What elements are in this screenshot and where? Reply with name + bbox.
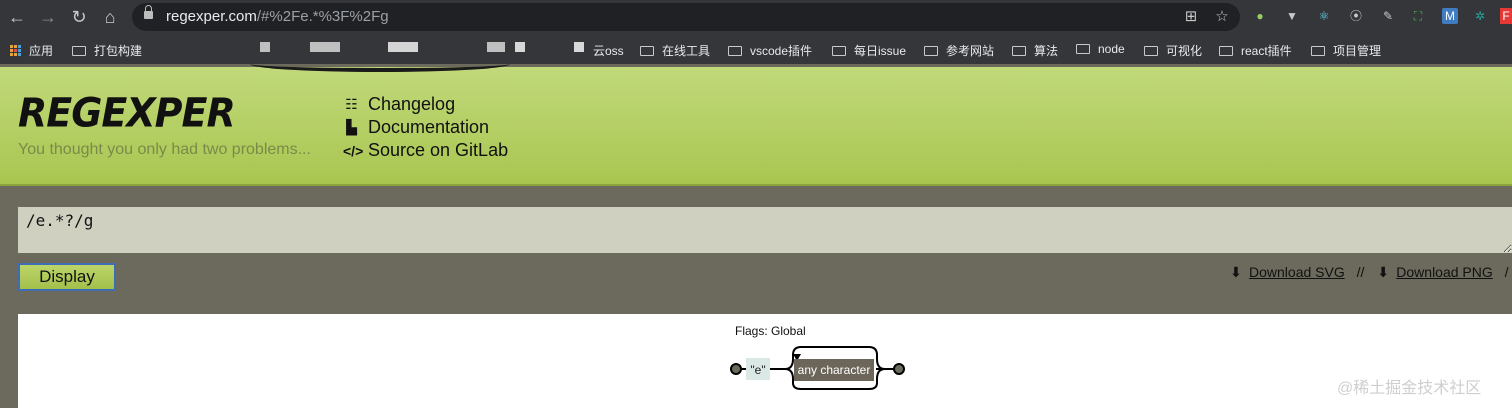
forward-icon[interactable]: → [37,6,59,28]
download-links: ⬇ Download SVG // ⬇ Download PNG / [1229,264,1512,281]
download-svg-link[interactable]: Download SVG [1249,264,1345,280]
address-bar[interactable]: regexper.com/#%2Fe.*%3F%2Fg ⊞ ☆ [132,3,1240,31]
bookmark-folder[interactable]: 算法 [1012,42,1058,59]
document-icon: ▙ [346,119,357,135]
folder-icon [832,45,846,56]
bookmark-folder[interactable]: 项目管理 [1311,42,1381,59]
watermark: @稀土掘金技术社区 [1337,380,1482,397]
extension-frame-icon[interactable]: ⛶ [1410,8,1426,24]
react-devtools-icon[interactable]: ⚛ [1316,8,1332,24]
reload-icon[interactable]: ↻ [68,6,90,28]
folder-icon [1012,45,1026,56]
separator-trailing: / [1504,264,1509,280]
list-icon: ☷ [345,96,358,112]
site-nav: ☷ Changelog ▙ Documentation </> Source on G… [343,93,508,162]
apps-grid-icon [10,45,21,56]
bookmark-label: 算法 [1034,44,1059,58]
bookmark-label: 参考网站 [946,44,995,58]
redacted-bookmark [260,42,270,52]
nav-label: Source on GitLab [368,140,509,160]
any-character-text: any character [798,363,871,377]
redacted-bookmark [574,42,584,52]
nav-source[interactable]: </> Source on GitLab [343,139,508,162]
bookmark-folder[interactable]: node [1076,42,1125,56]
folder-icon [72,45,86,56]
bookmarks-bar: 应用 打包构建 云oss 在线工具 vscode插件 每日issue 参考网站 … [0,34,1512,64]
browser-toolbar: ← → ↻ ⌂ regexper.com/#%2Fe.*%3F%2Fg ⊞ ☆ … [0,0,1512,34]
bookmark-folder[interactable]: vscode插件 [728,42,812,59]
redacted-bookmark [388,42,418,52]
redaction-scribble [250,56,510,72]
bookmark-apps[interactable]: 应用 [10,42,53,59]
literal-text: "e" [750,363,765,377]
download-icon: ⬇ [1230,264,1242,280]
nav-label: Documentation [368,117,490,137]
home-icon[interactable]: ⌂ [99,6,121,28]
bookmark-folder[interactable]: 打包构建 [72,42,142,59]
download-icon: ⬇ [1377,264,1390,280]
url-text: regexper.com/#%2Fe.*%3F%2Fg [166,8,389,25]
bookmark-label: 云oss [593,44,624,58]
folder-icon [1219,45,1233,56]
code-icon: </> [343,142,364,159]
nav-label: Changelog [368,94,456,114]
bookmark-folder[interactable]: 云oss [593,42,624,59]
lock-icon [144,5,153,19]
folder-icon [1076,44,1090,54]
bookmark-label: 打包构建 [94,44,143,58]
regex-input[interactable]: /e.*?/g [18,207,1512,253]
extension-m-icon[interactable]: M [1442,8,1458,24]
bookmark-folder[interactable]: 参考网站 [924,42,994,59]
bookmark-label: 可视化 [1166,44,1203,58]
bookmark-label: node [1098,42,1125,56]
folder-icon [1144,45,1158,56]
extension-circle-icon[interactable]: ● [1252,8,1268,24]
separator: // [1356,264,1365,280]
bookmark-folder[interactable]: 在线工具 [640,42,710,59]
redacted-bookmark [310,42,340,52]
folder-icon [728,45,742,56]
start-node [730,363,742,375]
download-png-link[interactable]: Download PNG [1396,264,1493,280]
nav-changelog[interactable]: ☷ Changelog [343,93,508,116]
bookmark-label: react插件 [1241,44,1292,58]
site-header: REGEXPER You thought you only had two pr… [0,67,1512,186]
bookmark-folder[interactable]: react插件 [1219,42,1292,59]
redacted-bookmark [487,42,505,52]
bookmark-folder[interactable]: 可视化 [1144,42,1202,59]
railroad-svg: "e" any character [730,346,905,390]
end-node [893,363,905,375]
redacted-bookmark [515,42,525,52]
display-button[interactable]: Display [18,263,116,291]
back-icon[interactable]: ← [6,6,28,28]
bookmark-folder[interactable]: 每日issue [832,42,906,59]
site-logo[interactable]: REGEXPER [18,90,236,136]
vue-devtools-icon[interactable]: ▼ [1284,8,1300,24]
bookmark-label: 每日issue [854,44,907,58]
folder-icon [640,45,654,56]
bookmark-label: 应用 [29,44,54,58]
star-icon[interactable]: ☆ [1213,8,1231,26]
bookmark-label: vscode插件 [750,44,813,58]
extension-sparkle-icon[interactable]: ✲ [1472,8,1488,24]
translate-icon[interactable]: ⊞ [1182,8,1200,26]
nav-documentation[interactable]: ▙ Documentation [343,116,508,139]
bookmark-label: 在线工具 [662,44,711,58]
site-tagline: You thought you only had two problems... [18,141,311,158]
regex-diagram: Flags: Global "e" any character [18,314,1512,408]
folder-icon [1311,45,1325,56]
extension-pen-icon[interactable]: ✎ [1380,8,1396,24]
folder-icon [924,45,938,56]
bookmark-label: 项目管理 [1333,44,1382,58]
extension-f-icon[interactable]: F [1500,8,1512,24]
extension-signal-icon[interactable]: ⦿ [1348,8,1364,24]
